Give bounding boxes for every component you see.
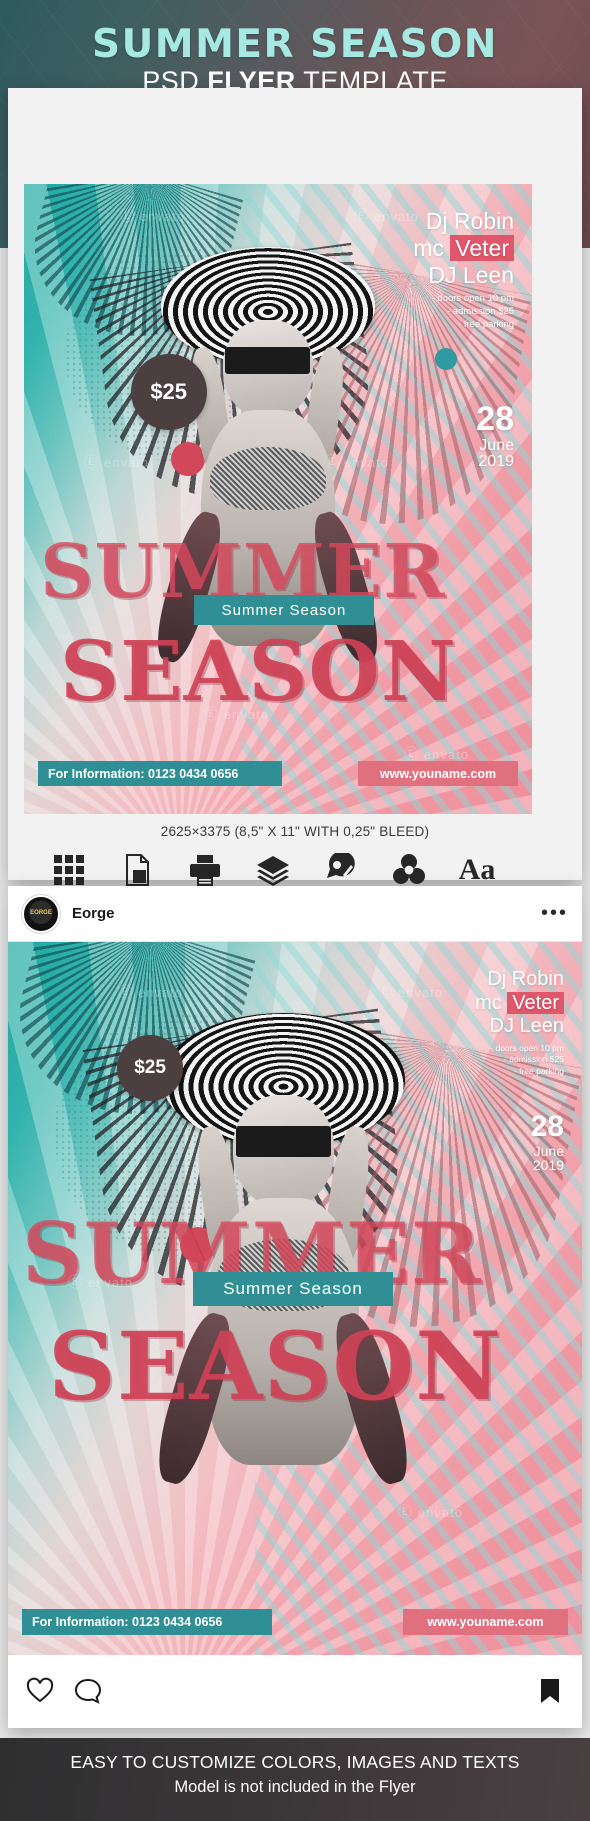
headline-season: SEASON bbox=[48, 1312, 503, 1422]
footer-line-1: EASY TO CUSTOMIZE COLORS, IMAGES AND TEX… bbox=[70, 1752, 520, 1772]
instagram-post-header: EORGE Eorge ••• bbox=[8, 886, 582, 942]
headline-season: SEASON bbox=[60, 624, 457, 720]
date-year: 2019 bbox=[478, 453, 514, 470]
event-details: - doors open 10 pm - admission $25 - fre… bbox=[475, 1043, 564, 1077]
event-detail-2: - admission $25 bbox=[446, 306, 514, 318]
event-detail-3: - free parking bbox=[458, 319, 514, 330]
event-date: 28 June 2019 bbox=[530, 1110, 564, 1173]
price-badge-label: $25 bbox=[134, 1056, 166, 1078]
event-detail-3: - free parking bbox=[513, 1065, 564, 1076]
comment-icon[interactable] bbox=[74, 1677, 104, 1707]
band-label-text: Summer Season bbox=[221, 601, 347, 619]
info-bar: For Information: 0123 0434 0656 bbox=[38, 761, 282, 786]
band-label: Summer Season bbox=[193, 1272, 393, 1306]
sunglasses-shape bbox=[225, 346, 311, 374]
layers-icon bbox=[242, 850, 304, 890]
document-icon bbox=[106, 850, 168, 890]
event-date: 28 June 2019 bbox=[476, 402, 514, 470]
sunglasses-shape bbox=[235, 1126, 332, 1158]
price-badge: $25 bbox=[130, 354, 207, 431]
artist-name-2-highlight: Veter bbox=[507, 991, 564, 1014]
artist-name-2-highlight: Veter bbox=[450, 235, 514, 262]
artist-name-3: DJ Leen bbox=[428, 262, 514, 289]
footer-line-2: Model is not included in the Flyer bbox=[174, 1778, 416, 1796]
avatar[interactable]: EORGE bbox=[22, 894, 60, 933]
artist-name-2-prefix: mc bbox=[413, 235, 451, 262]
date-year: 2019 bbox=[532, 1157, 564, 1173]
info-bar-text: For Information: 0123 0434 0656 bbox=[48, 766, 239, 781]
date-month: June bbox=[533, 1143, 564, 1159]
website-bar-text: www.youname.com bbox=[427, 1615, 544, 1629]
artist-name-2-prefix: mc bbox=[475, 991, 508, 1014]
website-bar-text: www.youname.com bbox=[379, 766, 497, 781]
date-day: 28 bbox=[530, 1110, 564, 1143]
date-day: 28 bbox=[476, 400, 514, 438]
instagram-mockup-sheet: EORGE Eorge ••• $25 Dj Robin mc Veter DJ… bbox=[8, 886, 582, 1728]
info-bar-text: For Information: 0123 0434 0656 bbox=[32, 1615, 223, 1629]
heart-icon[interactable] bbox=[26, 1677, 56, 1707]
price-badge-label: $25 bbox=[150, 379, 188, 405]
artist-name-1: Dj Robin bbox=[425, 208, 514, 234]
artist-name-2: mc Veter bbox=[475, 991, 564, 1016]
info-bar: For Information: 0123 0434 0656 bbox=[22, 1609, 272, 1635]
artist-name-1: Dj Robin bbox=[487, 968, 564, 990]
artist-name-3: DJ Leen bbox=[489, 1015, 565, 1038]
bookmark-icon[interactable] bbox=[538, 1677, 564, 1707]
artist-lineup: Dj Robin mc Veter DJ Leen - doors open 1… bbox=[475, 968, 564, 1077]
website-bar: www.youname.com bbox=[403, 1609, 568, 1635]
band-label-text: Summer Season bbox=[223, 1279, 363, 1298]
grid-dots-icon bbox=[38, 850, 100, 890]
instagram-actions-left bbox=[26, 1677, 104, 1707]
artist-lineup: Dj Robin mc Veter DJ Leen - doors open 1… bbox=[413, 208, 514, 332]
website-bar: www.youname.com bbox=[358, 761, 518, 786]
cmyk-circles-icon bbox=[378, 850, 440, 890]
band-label: Summer Season bbox=[194, 595, 374, 625]
page-title: SUMMER SEASON bbox=[92, 22, 498, 67]
instagram-action-bar bbox=[8, 1656, 582, 1728]
ellipsis-icon[interactable]: ••• bbox=[541, 902, 568, 925]
flyer-artwork-instagram: $25 Dj Robin mc Veter DJ Leen - doors op… bbox=[8, 942, 582, 1655]
flyer-preview-sheet: $25 Dj Robin mc Veter DJ Leen - doors op… bbox=[8, 88, 582, 962]
footer-banner: EASY TO CUSTOMIZE COLORS, IMAGES AND TEX… bbox=[0, 1738, 590, 1821]
avatar-text: EORGE bbox=[30, 910, 52, 917]
flyer-artwork-print: $25 Dj Robin mc Veter DJ Leen - doors op… bbox=[24, 184, 532, 814]
event-detail-2: - admission $25 bbox=[503, 1054, 564, 1065]
event-detail-1: - doors open 10 pm bbox=[490, 1042, 564, 1053]
printer-icon bbox=[174, 850, 236, 890]
swimsuit-shape bbox=[209, 446, 326, 511]
date-month: June bbox=[479, 437, 514, 454]
event-detail-1: - doors open 10 pm bbox=[431, 293, 514, 305]
instagram-username[interactable]: Eorge bbox=[72, 905, 115, 922]
price-badge: $25 bbox=[117, 1034, 184, 1101]
event-details: - doors open 10 pm - admission $25 - fre… bbox=[413, 293, 514, 331]
typography-icon: Aa bbox=[458, 853, 496, 886]
mouse-cursor-icon bbox=[310, 850, 372, 890]
dimensions-text: 2625×3375 (8,5" X 11" WITH 0,25" BLEED) bbox=[160, 824, 430, 839]
artist-name-2: mc Veter bbox=[413, 235, 514, 262]
